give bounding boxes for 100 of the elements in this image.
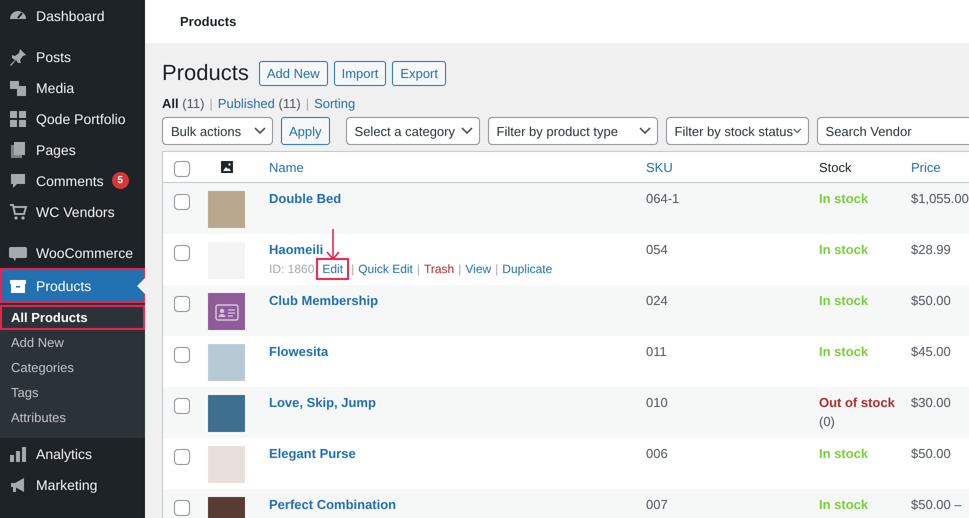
chevron-down-icon <box>793 127 802 135</box>
photo-placeholder <box>208 191 245 228</box>
submenu-item[interactable]: Add New <box>0 330 145 355</box>
separator: | <box>209 96 213 111</box>
header-button[interactable]: Import <box>334 60 386 86</box>
top-bar-title: Products <box>180 14 236 29</box>
image-icon <box>221 161 233 173</box>
sku-text: 064-1 <box>646 191 680 206</box>
sku-text: 007 <box>646 497 668 512</box>
sku-text: 010 <box>646 395 668 410</box>
photo-placeholder <box>208 344 245 381</box>
column-header[interactable]: Price <box>911 160 941 174</box>
row-checkbox[interactable] <box>174 449 190 465</box>
stock-status: In stock <box>819 242 868 257</box>
submenu-item[interactable]: All Products <box>0 305 145 330</box>
sidebar-item[interactable]: WooCommerce <box>0 237 145 268</box>
select-all-checkbox[interactable] <box>174 160 190 176</box>
price-text: $50.00 <box>911 293 951 308</box>
submenu-item[interactable]: Categories <box>0 355 145 380</box>
stock-count: (0) <box>819 414 835 429</box>
chevron-down-icon <box>254 127 266 135</box>
stock-status: In stock <box>819 191 868 206</box>
separator: | <box>416 262 420 276</box>
cart-icon <box>8 202 28 222</box>
price-text: $28.99 <box>911 242 951 257</box>
row-checkbox[interactable] <box>174 194 190 210</box>
row-action-link[interactable]: Edit <box>318 260 348 278</box>
sidebar-item[interactable]: Pages <box>0 134 145 165</box>
sidebar-item[interactable]: Products <box>0 268 145 303</box>
filter-select[interactable]: Filter by product type <box>488 117 658 145</box>
pages-icon <box>8 140 28 160</box>
sku-text: 054 <box>646 242 668 257</box>
row-checkbox[interactable] <box>174 245 190 261</box>
grid-icon <box>8 108 28 128</box>
pin-icon <box>8 46 28 66</box>
bulk-actions-select[interactable]: Bulk actions <box>162 117 273 145</box>
search-field[interactable]: Search Vendor <box>816 117 969 145</box>
sku-text: 011 <box>646 344 667 359</box>
view-filter-link[interactable]: Published (11) <box>218 96 301 111</box>
column-header[interactable]: Name <box>269 160 304 174</box>
product-name-link[interactable]: Double Bed <box>269 191 342 206</box>
price-text: $30.00 <box>911 395 951 410</box>
sku-text: 006 <box>646 446 668 461</box>
current-pointer-icon <box>137 278 145 294</box>
view-filter-link[interactable]: Sorting <box>314 96 356 111</box>
product-id: ID: 1860 <box>269 262 314 276</box>
stock-status: In stock <box>819 446 868 461</box>
separator: | <box>458 262 462 276</box>
price-text: $50.00 <box>911 446 951 461</box>
id-card-icon <box>208 293 245 330</box>
apply-button[interactable]: Apply <box>281 117 330 145</box>
submenu-item[interactable]: Attributes <box>0 405 145 430</box>
down-arrow-icon <box>326 229 340 261</box>
sidebar-item[interactable]: Comments 5 <box>0 165 145 196</box>
row-checkbox[interactable] <box>174 500 190 516</box>
product-name-link[interactable]: Flowesita <box>269 344 328 359</box>
stock-status: In stock <box>819 497 868 512</box>
product-name-link[interactable]: Haomeili <box>269 242 324 257</box>
product-name-link[interactable]: Club Membership <box>269 293 378 308</box>
price-text: $50.00 – <box>911 497 962 512</box>
sidebar-item[interactable]: Posts <box>0 41 145 72</box>
count-badge: 5 <box>112 172 129 189</box>
header-button[interactable]: Export <box>392 60 446 86</box>
row-checkbox[interactable] <box>174 296 190 312</box>
row-action-link[interactable]: View <box>465 262 492 276</box>
photo-placeholder <box>208 395 245 432</box>
separator: | <box>306 96 310 111</box>
stock-status: In stock <box>819 344 868 359</box>
sidebar-item[interactable]: Analytics <box>0 438 145 469</box>
sku-text: 024 <box>646 293 668 308</box>
sidebar-item[interactable]: Media <box>0 72 145 103</box>
price-text: $45.00 <box>911 344 951 359</box>
product-name-link[interactable]: Elegant Purse <box>269 446 356 461</box>
row-action-link[interactable]: Quick Edit <box>358 262 413 276</box>
stock-status: Out of stock <box>819 395 895 410</box>
chevron-down-icon <box>638 127 651 135</box>
row-action-link[interactable]: Duplicate <box>502 262 552 276</box>
row-checkbox[interactable] <box>174 347 190 363</box>
product-name-link[interactable]: Love, Skip, Jump <box>269 395 376 410</box>
separator: | <box>351 262 354 276</box>
chevron-down-icon <box>460 127 473 135</box>
column-title: Stock <box>819 160 852 174</box>
sidebar-item[interactable]: WC Vendors <box>0 196 145 227</box>
sidebar-item[interactable]: Marketing <box>0 469 145 500</box>
stock-status: In stock <box>819 293 868 308</box>
product-name-link[interactable]: Perfect Combination <box>269 497 396 512</box>
sidebar-item[interactable]: Dashboard <box>0 0 145 31</box>
separator: | <box>495 262 498 276</box>
view-filter-link[interactable]: All (11) <box>162 96 204 111</box>
row-checkbox[interactable] <box>174 398 190 414</box>
column-header[interactable]: SKU <box>646 160 673 174</box>
price-text: $1,055.00 <box>911 191 969 206</box>
page-title: Products <box>162 60 249 86</box>
filter-select[interactable]: Filter by stock status <box>666 117 809 145</box>
photo-placeholder <box>208 446 245 483</box>
header-button[interactable]: Add New <box>258 60 328 86</box>
row-action-link[interactable]: Trash <box>424 262 454 276</box>
filter-select[interactable]: Select a category <box>346 117 480 145</box>
submenu-item[interactable]: Tags <box>0 380 145 405</box>
sidebar-item[interactable]: Qode Portfolio <box>0 103 145 134</box>
